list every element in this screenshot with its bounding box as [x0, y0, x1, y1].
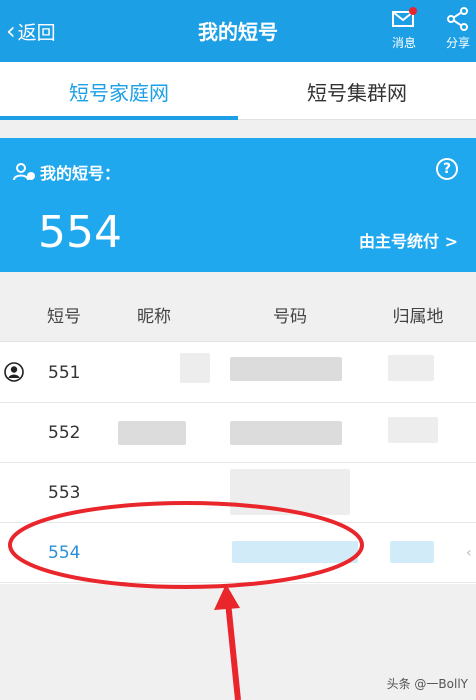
header-nickname: 昵称: [137, 306, 171, 327]
arrow-shaft: [225, 601, 241, 700]
redacted-phone: [230, 421, 342, 445]
redacted-phone: [230, 357, 342, 381]
header-location: 归属地: [392, 306, 444, 327]
table-row[interactable]: 551: [0, 343, 476, 403]
tab-bar: 短号家庭网 短号集群网: [0, 62, 476, 120]
member-table: 短号 昵称 号码 归属地 551 552 553 554 ‹: [0, 286, 476, 584]
top-header: ‹ 返回 我的短号 消息 分享: [0, 0, 476, 62]
table-row[interactable]: 554 ‹: [0, 523, 476, 583]
tab-family-network[interactable]: 短号家庭网: [0, 62, 238, 120]
arrow-head: [214, 584, 240, 610]
message-button[interactable]: 消息: [384, 6, 424, 56]
share-button[interactable]: 分享: [438, 6, 476, 56]
tab-cluster-network[interactable]: 短号集群网: [238, 62, 476, 120]
redacted-location: [390, 541, 434, 563]
redacted-phone: [232, 541, 358, 563]
table-header: 短号 昵称 号码 归属地: [0, 286, 476, 342]
card-title: 我的短号：: [40, 164, 121, 183]
share-icon: [447, 7, 468, 31]
redacted-nickname: [180, 353, 210, 383]
active-tab-indicator: [0, 116, 238, 120]
short-number: 551: [48, 363, 81, 383]
table-row[interactable]: 552: [0, 403, 476, 463]
share-label: 分享: [445, 36, 470, 50]
pay-by-main-link[interactable]: 由主号统付 >: [359, 228, 458, 252]
chevron-left-icon: ‹: [466, 545, 472, 561]
redacted-nickname: [118, 421, 186, 445]
header-short-number: 短号: [47, 306, 81, 327]
message-label: 消息: [391, 36, 416, 50]
user-icon: [13, 163, 35, 181]
card-title-row: 我的短号：: [12, 160, 120, 184]
my-short-number: 554: [38, 207, 122, 258]
redacted-phone: [230, 469, 350, 515]
header-phone-number: 号码: [273, 306, 307, 327]
help-icon[interactable]: ?: [436, 158, 458, 180]
redacted-location: [388, 417, 438, 443]
short-number: 553: [48, 483, 81, 503]
my-short-number-card: 我的短号： ? 554 由主号统付 >: [0, 138, 476, 272]
table-row[interactable]: 553: [0, 463, 476, 523]
short-number: 552: [48, 423, 81, 443]
watermark: 头条 @一BollY: [386, 677, 468, 691]
redacted-location: [388, 355, 434, 381]
owner-icon: [4, 362, 24, 382]
mail-icon: [392, 7, 417, 27]
short-number: 554: [48, 543, 81, 563]
